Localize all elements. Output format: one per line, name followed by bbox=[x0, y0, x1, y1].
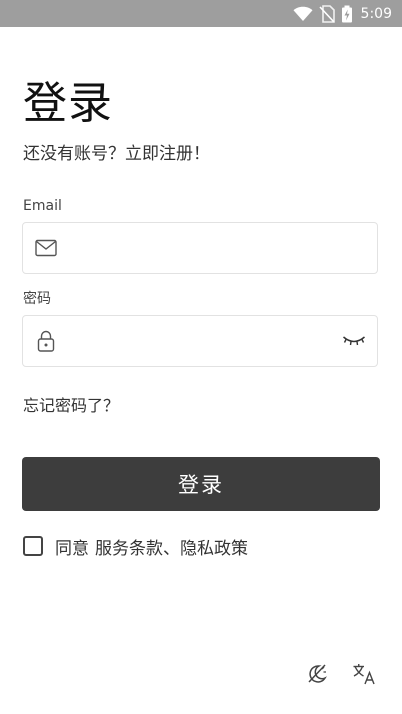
password-input[interactable] bbox=[73, 316, 333, 366]
status-time: 5:09 bbox=[360, 5, 392, 22]
agreement-text: 同意 服务条款、隐私政策 bbox=[55, 534, 254, 559]
no-sim-icon bbox=[318, 4, 335, 23]
mail-icon bbox=[35, 239, 57, 257]
email-label: Email bbox=[23, 198, 62, 214]
email-field[interactable] bbox=[22, 222, 378, 274]
battery-charging-icon bbox=[341, 5, 352, 22]
eye-closed-icon[interactable] bbox=[342, 334, 366, 348]
login-button[interactable]: 登录 bbox=[22, 457, 380, 511]
password-field[interactable] bbox=[22, 315, 378, 367]
password-label: 密码 bbox=[23, 291, 51, 307]
bottom-toolbar bbox=[306, 662, 376, 686]
register-link[interactable]: 还没有账号？立即注册！ bbox=[23, 143, 210, 165]
theme-toggle-icon[interactable] bbox=[306, 662, 328, 686]
translate-icon[interactable] bbox=[352, 662, 376, 686]
status-bar: 5:09 bbox=[0, 0, 402, 27]
agree-prefix: 同意 bbox=[55, 538, 89, 559]
email-input[interactable] bbox=[73, 223, 333, 273]
wifi-icon bbox=[293, 6, 313, 21]
status-icons: 5:09 bbox=[293, 0, 392, 27]
terms-link[interactable]: 服务条款、隐私政策 bbox=[95, 539, 248, 559]
agreement-row: 同意 服务条款、隐私政策 bbox=[23, 534, 254, 559]
forgot-password-link[interactable]: 忘记密码了？ bbox=[23, 395, 119, 417]
page-title: 登录 bbox=[23, 78, 113, 129]
agree-checkbox[interactable] bbox=[23, 536, 43, 556]
lock-icon bbox=[37, 330, 55, 352]
